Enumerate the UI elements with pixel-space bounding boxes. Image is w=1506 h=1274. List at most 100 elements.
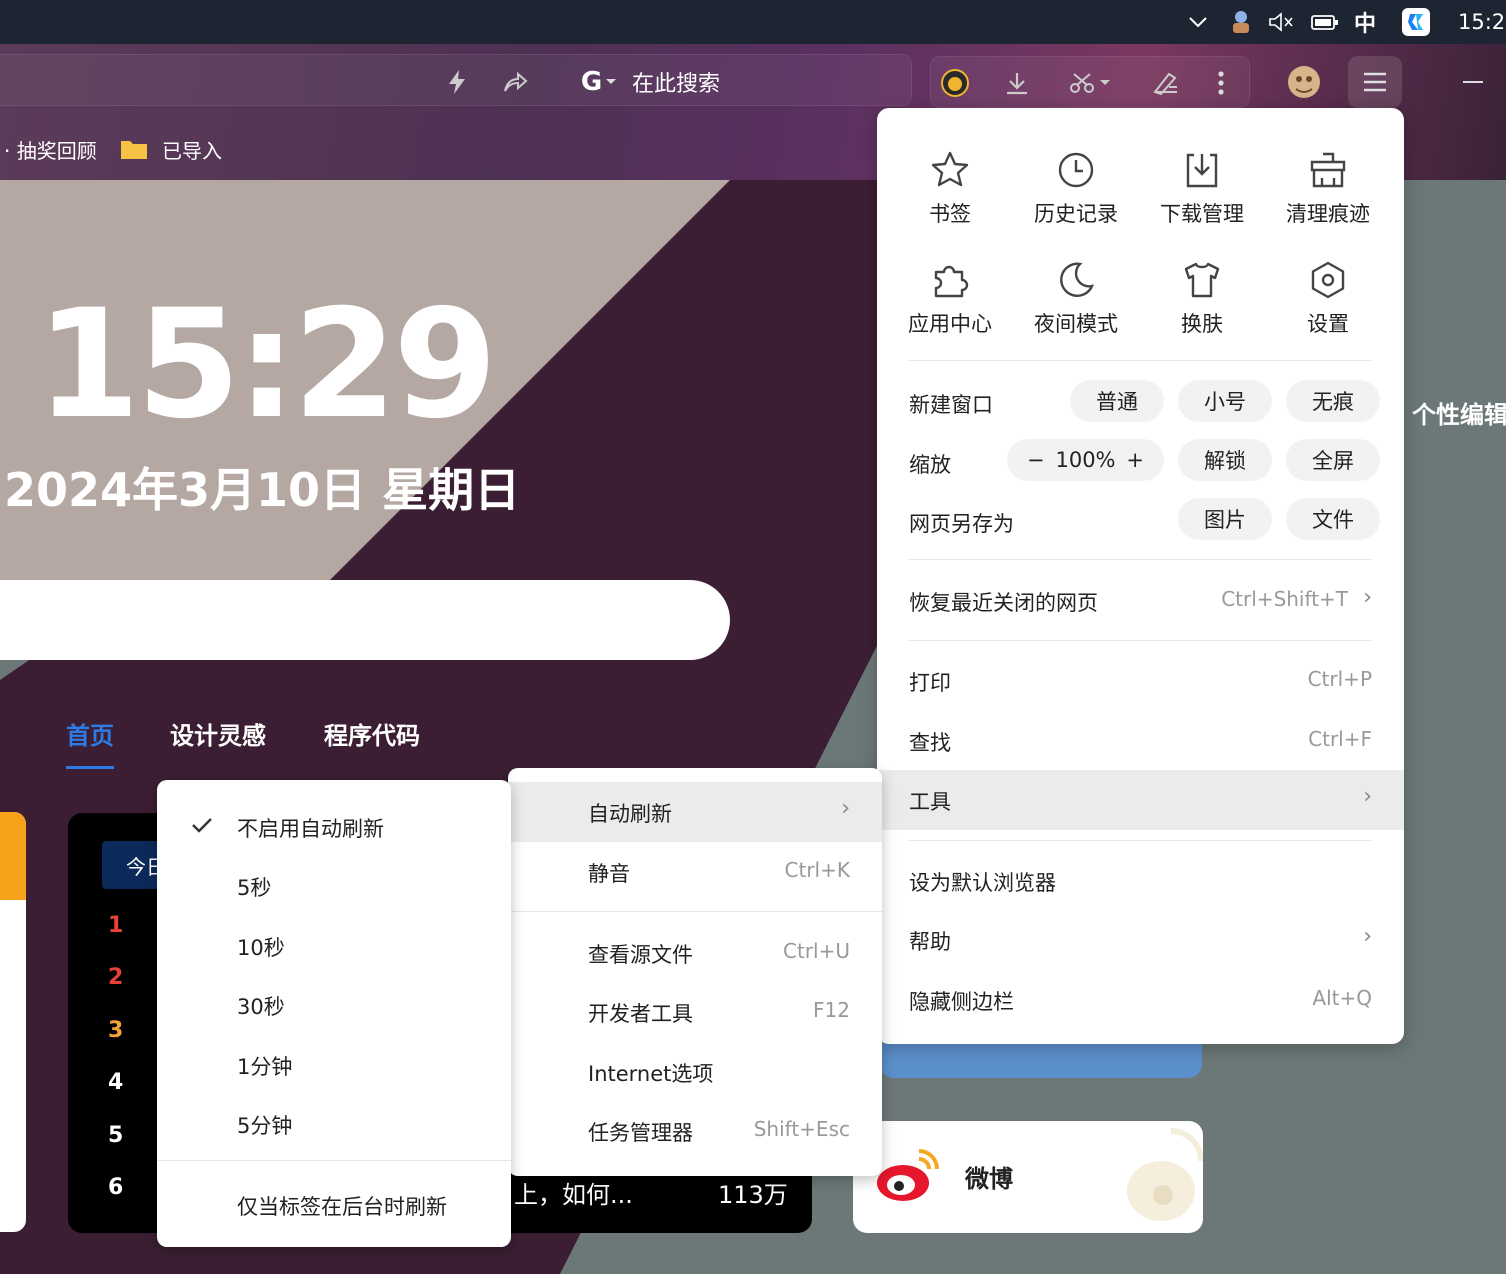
menu-history[interactable]: 历史记录 (1013, 148, 1139, 228)
bookmark-item[interactable]: · 抽奖回顾 (4, 136, 96, 163)
refresh-background-only[interactable]: 仅当标签在后台时刷新 (237, 1191, 447, 1221)
refresh-option-5min[interactable]: 5分钟 (237, 1110, 292, 1140)
menu-separator (909, 840, 1371, 841)
zoom-label: 缩放 (909, 453, 951, 477)
save-as-file-button[interactable]: 文件 (1286, 498, 1380, 540)
menu-item-label: 自动刷新 (588, 802, 672, 826)
menu-item-internet-options[interactable]: Internet选项 (508, 1042, 882, 1102)
hot-rank: 1 (108, 913, 124, 938)
app-tray-icon[interactable] (1226, 8, 1256, 36)
new-window-normal-button[interactable]: 普通 (1070, 380, 1164, 422)
minimize-icon[interactable] (1458, 68, 1488, 98)
moon-icon (1060, 262, 1095, 297)
menu-item-help[interactable]: 帮助 › (877, 910, 1404, 970)
tab-code[interactable]: 程序代码 (324, 716, 420, 751)
avatar[interactable] (1286, 64, 1322, 100)
system-taskbar: 中 15:29 (0, 0, 1506, 44)
menu-item-view-source[interactable]: 查看源文件 Ctrl+U (508, 923, 882, 983)
zoom-out-button[interactable]: − (1027, 448, 1045, 472)
google-letter: G (580, 67, 603, 97)
download-icon[interactable] (1001, 67, 1033, 99)
notes-icon[interactable] (1149, 67, 1181, 99)
menu-item-mute[interactable]: 静音 Ctrl+K (508, 842, 882, 902)
menu-downloads[interactable]: 下载管理 (1139, 148, 1265, 228)
menu-item-shortcut: Ctrl+F (1308, 727, 1372, 751)
menu-item-label: 工具 (909, 790, 951, 814)
chevron-up-icon[interactable] (1184, 8, 1212, 36)
menu-item-label: 查找 (909, 731, 951, 755)
menu-bookmarks-label: 书签 (929, 202, 971, 226)
menu-item-print[interactable]: 打印 Ctrl+P (877, 651, 1404, 711)
bookmark-folder[interactable]: 已导入 (120, 136, 222, 163)
menu-item-tools[interactable]: 工具 › (877, 770, 1404, 830)
new-window-small-button[interactable]: 小号 (1178, 380, 1272, 422)
refresh-option-disabled[interactable]: 不启用自动刷新 (237, 813, 384, 843)
menu-item-devtools[interactable]: 开发者工具 F12 (508, 982, 882, 1042)
main-menu-button[interactable] (1348, 56, 1402, 108)
app-k-icon[interactable] (1400, 8, 1432, 36)
page-clock: 15:29 (36, 278, 497, 452)
zoom-in-button[interactable]: + (1126, 448, 1144, 472)
menu-item-shortcut: Shift+Esc (753, 1117, 850, 1141)
zoom-value: 100% (1055, 448, 1116, 472)
menu-bookmarks[interactable]: 书签 (887, 148, 1013, 228)
address-bar[interactable]: G 在此搜索 (0, 54, 912, 106)
menu-separator (909, 360, 1371, 361)
chevron-right-icon: › (1363, 585, 1372, 610)
menu-app-center[interactable]: 应用中心 (887, 258, 1013, 338)
new-window-incognito-button[interactable]: 无痕 (1286, 380, 1380, 422)
weibo-watermark-icon (1127, 1128, 1203, 1221)
menu-item-label: 恢复最近关闭的网页 (909, 591, 1098, 615)
menu-settings[interactable]: 设置 (1265, 258, 1391, 338)
menu-item-shortcut: F12 (813, 998, 850, 1022)
more-vertical-icon[interactable] (1205, 67, 1237, 99)
menu-item-task-manager[interactable]: 任务管理器 Shift+Esc (508, 1101, 882, 1161)
share-icon[interactable] (500, 67, 530, 97)
menu-item-shortcut: Ctrl+K (784, 858, 850, 882)
page-search-input[interactable] (0, 580, 730, 660)
menu-app-center-label: 应用中心 (908, 312, 992, 336)
weibo-card[interactable]: 微博 (853, 1121, 1203, 1233)
widget-card-left[interactable] (0, 812, 26, 1232)
refresh-option-1min[interactable]: 1分钟 (237, 1051, 292, 1081)
menu-settings-label: 设置 (1307, 312, 1349, 336)
menu-clear-traces[interactable]: 清理痕迹 (1265, 148, 1391, 228)
chevron-right-icon: › (1363, 924, 1372, 949)
menu-item-label: 隐藏侧边栏 (909, 990, 1014, 1014)
tab-design[interactable]: 设计灵感 (170, 716, 266, 751)
menu-item-hide-sidebar[interactable]: 隐藏侧边栏 Alt+Q (877, 970, 1404, 1030)
hot-rank: 4 (108, 1070, 124, 1095)
hot-item-title[interactable]: 上，如何... (514, 1175, 633, 1210)
menu-item-find[interactable]: 查找 Ctrl+F (877, 711, 1404, 771)
extension-cloud-icon[interactable] (939, 67, 971, 99)
tools-submenu: 自动刷新 › 静音 Ctrl+K 查看源文件 Ctrl+U 开发者工具 F12 … (508, 768, 882, 1176)
folder-icon (121, 141, 147, 159)
refresh-option-10s[interactable]: 10秒 (237, 932, 285, 962)
menu-item-restore[interactable]: 恢复最近关闭的网页 Ctrl+Shift+T › (877, 571, 1404, 631)
menu-item-default-browser[interactable]: 设为默认浏览器 (877, 851, 1404, 911)
personal-edit-label[interactable]: 个性编辑 (1412, 395, 1506, 430)
tab-home[interactable]: 首页 (66, 716, 114, 751)
lightning-icon[interactable] (442, 67, 472, 97)
menu-separator (909, 559, 1371, 560)
ime-indicator[interactable]: 中 (1350, 8, 1380, 37)
menu-skin[interactable]: 换肤 (1139, 258, 1265, 338)
search-placeholder[interactable]: 在此搜索 (632, 67, 720, 97)
battery-icon[interactable] (1308, 8, 1342, 36)
google-icon[interactable]: G (574, 67, 624, 97)
menu-item-shortcut: Alt+Q (1312, 986, 1372, 1010)
clock-icon (1058, 152, 1094, 188)
refresh-option-30s[interactable]: 30秒 (237, 991, 285, 1021)
refresh-option-5s[interactable]: 5秒 (237, 872, 271, 902)
hot-rank: 2 (108, 965, 124, 990)
scissors-icon[interactable] (1065, 67, 1115, 99)
weibo-label: 微博 (965, 1165, 1013, 1193)
taskbar-time[interactable]: 15:29 (1458, 8, 1506, 36)
menu-item-auto-refresh[interactable]: 自动刷新 › (508, 782, 882, 842)
zoom-unlock-button[interactable]: 解锁 (1178, 439, 1272, 481)
fullscreen-button[interactable]: 全屏 (1286, 439, 1380, 481)
save-as-image-button[interactable]: 图片 (1178, 498, 1272, 540)
speaker-muted-icon[interactable] (1266, 8, 1296, 36)
chevron-right-icon: › (841, 796, 850, 821)
menu-night-mode[interactable]: 夜间模式 (1013, 258, 1139, 338)
